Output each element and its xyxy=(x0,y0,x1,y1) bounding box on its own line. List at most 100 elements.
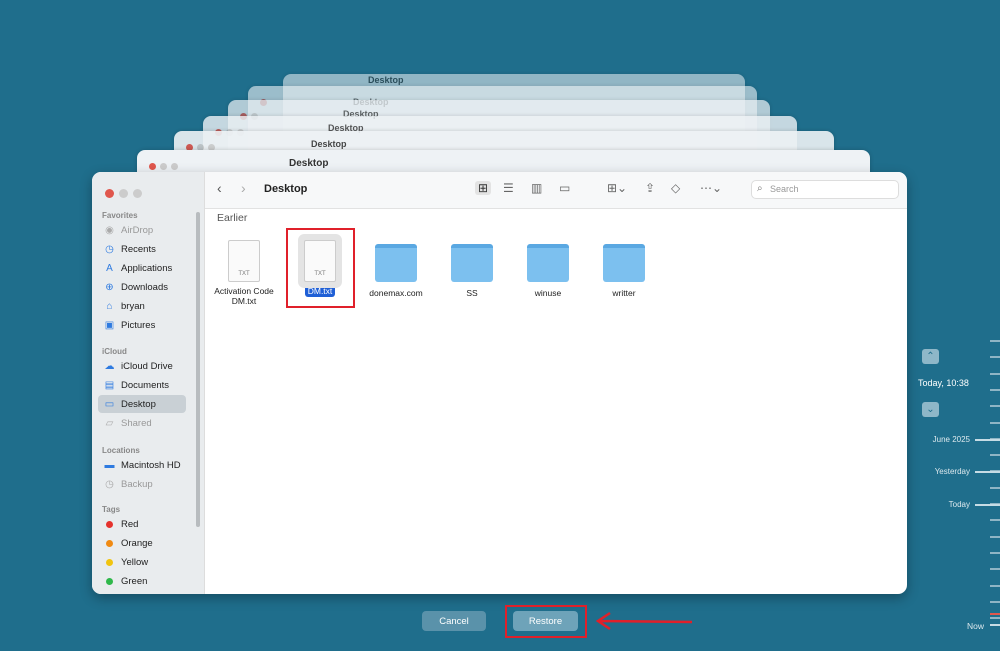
list-view-button[interactable]: ☰ xyxy=(503,181,514,195)
sidebar-item-desktop[interactable]: ▭Desktop xyxy=(98,395,186,413)
sidebar-item-label: bryan xyxy=(121,301,145,312)
sidebar-tag-orange[interactable]: Orange xyxy=(98,534,186,552)
group-by-button[interactable]: ⊞⌄ xyxy=(607,181,627,195)
search-input[interactable]: ⌕Search xyxy=(751,180,899,199)
column-view-button[interactable]: ▥ xyxy=(531,181,542,195)
tag-label: Green xyxy=(121,576,147,587)
window-controls xyxy=(105,185,147,203)
sidebar-item-label: Downloads xyxy=(121,282,168,293)
tag-label: Orange xyxy=(121,538,153,549)
timeline-tick[interactable] xyxy=(990,552,1000,554)
icon-view-button[interactable]: ⊞ xyxy=(475,181,491,195)
sidebar-item-label: iCloud Drive xyxy=(121,361,173,372)
gallery-view-button[interactable]: ▭ xyxy=(559,181,570,195)
ghost-title: Desktop xyxy=(289,158,328,169)
timeline-tick[interactable] xyxy=(990,601,1000,603)
file-name: donemax.com xyxy=(369,288,422,298)
folder-item[interactable]: writter xyxy=(589,234,659,298)
tag-color-dot xyxy=(106,578,113,585)
timeline-major-tick[interactable] xyxy=(975,439,1000,441)
timeline-tick[interactable] xyxy=(990,487,1000,489)
shared-folder-icon: ▱ xyxy=(104,418,115,429)
section-tags: Tags xyxy=(102,505,120,514)
timeline-tick[interactable] xyxy=(990,389,1000,391)
sidebar-tag-red[interactable]: Red xyxy=(98,515,186,533)
ghost-title: Desktop xyxy=(311,139,347,149)
section-icloud: iCloud xyxy=(102,347,127,356)
section-favorites: Favorites xyxy=(102,211,138,220)
back-button[interactable]: ‹ xyxy=(217,180,222,196)
folder-item[interactable]: SS xyxy=(437,234,507,298)
sidebar-item-pictures[interactable]: ▣Pictures xyxy=(98,316,186,334)
sidebar-item-label: AirDrop xyxy=(121,225,153,236)
folder-icon xyxy=(603,244,645,282)
folder-item[interactable]: winuse xyxy=(513,234,583,298)
sidebar-tag-green[interactable]: Green xyxy=(98,572,186,590)
folder-icon xyxy=(527,244,569,282)
timeline-tick[interactable] xyxy=(990,405,1000,407)
timeline-tick[interactable] xyxy=(990,422,1000,424)
close-button[interactable] xyxy=(105,189,114,198)
sidebar-tag-yellow[interactable]: Yellow xyxy=(98,553,186,571)
sidebar-item-documents[interactable]: ▤Documents xyxy=(98,376,186,394)
more-actions-button[interactable]: ⋯⌄ xyxy=(700,181,722,195)
sidebar-item-downloads[interactable]: ⊕Downloads xyxy=(98,278,186,296)
forward-button[interactable]: › xyxy=(241,180,246,196)
folder-item[interactable]: donemax.com xyxy=(361,234,431,298)
sidebar-item-bryan[interactable]: ⌂ bryan xyxy=(98,297,186,315)
cancel-button[interactable]: Cancel xyxy=(422,611,486,631)
home-icon: ⌂ xyxy=(104,301,115,312)
group-header-earlier: Earlier xyxy=(217,212,247,224)
timeline-current-time: Today, 10:38 xyxy=(918,378,969,388)
file-name: writter xyxy=(612,288,635,298)
sidebar-item-label: Recents xyxy=(121,244,156,255)
highlight-box xyxy=(286,228,355,308)
timeline-label[interactable]: Now xyxy=(967,621,984,631)
timeline-major-tick[interactable] xyxy=(990,624,1000,626)
timeline-major-tick[interactable] xyxy=(975,504,1000,506)
timeline-tick[interactable] xyxy=(990,568,1000,570)
section-locations: Locations xyxy=(102,446,140,455)
text-file-icon: TXT xyxy=(228,240,260,282)
timeline-tick[interactable] xyxy=(990,617,1000,619)
timeline-tick[interactable] xyxy=(990,519,1000,521)
sidebar-item-shared[interactable]: ▱Shared xyxy=(98,414,186,432)
timeline-label[interactable]: June 2025 xyxy=(933,435,970,444)
sidebar-item-icloud-drive[interactable]: ☁ iCloud Drive xyxy=(98,357,186,375)
toolbar: ‹ › Desktop ⊞ ☰ ▥ ▭ ⊞⌄ ⇪ ◇ ⋯⌄ ⌕Search xyxy=(205,172,907,209)
sidebar-item-label: Documents xyxy=(121,380,169,391)
file-item[interactable]: TXTActivation Code DM.txt xyxy=(209,234,279,306)
share-icon[interactable]: ⇪ xyxy=(645,181,655,195)
tag-color-dot xyxy=(106,559,113,566)
timeline-tick[interactable] xyxy=(990,340,1000,342)
timeline-tick[interactable] xyxy=(990,454,1000,456)
airdrop-icon: ◉ xyxy=(104,225,115,236)
tag-label: Yellow xyxy=(121,557,148,568)
clock-icon: ◷ xyxy=(104,244,115,255)
timeline-down-button[interactable]: ⌄ xyxy=(922,402,939,417)
timeline-label[interactable]: Today xyxy=(949,500,970,509)
cloud-icon: ☁ xyxy=(104,361,115,372)
sidebar-scrollbar[interactable] xyxy=(196,212,200,527)
sidebar-item-backup[interactable]: ◷Backup xyxy=(98,475,186,493)
sidebar-item-recents[interactable]: ◷ Recents xyxy=(98,240,186,258)
timeline-major-tick[interactable] xyxy=(975,471,1000,473)
highlight-box xyxy=(505,605,587,638)
sidebar-item-applications[interactable]: AApplications xyxy=(98,259,186,277)
sidebar-item-label: Macintosh HD xyxy=(121,460,181,471)
timeline-tick[interactable] xyxy=(990,585,1000,587)
minimize-button[interactable] xyxy=(119,189,128,198)
sidebar-item-airdrop[interactable]: ◉ AirDrop xyxy=(98,221,186,239)
zoom-button[interactable] xyxy=(133,189,142,198)
desktop-icon: ▭ xyxy=(104,399,115,410)
timeline-tick[interactable] xyxy=(990,536,1000,538)
file-name: SS xyxy=(466,288,477,298)
tag-icon[interactable]: ◇ xyxy=(671,181,680,195)
timeline-up-button[interactable]: ⌃ xyxy=(922,349,939,364)
sidebar-item-macintosh-hd[interactable]: ▬Macintosh HD xyxy=(98,456,186,474)
ghost-title: Desktop xyxy=(368,75,404,85)
timeline-tick[interactable] xyxy=(990,373,1000,375)
timeline-tick[interactable] xyxy=(990,356,1000,358)
timeline-label[interactable]: Yesterday xyxy=(935,467,970,476)
sidebar-item-label: Backup xyxy=(121,479,153,490)
